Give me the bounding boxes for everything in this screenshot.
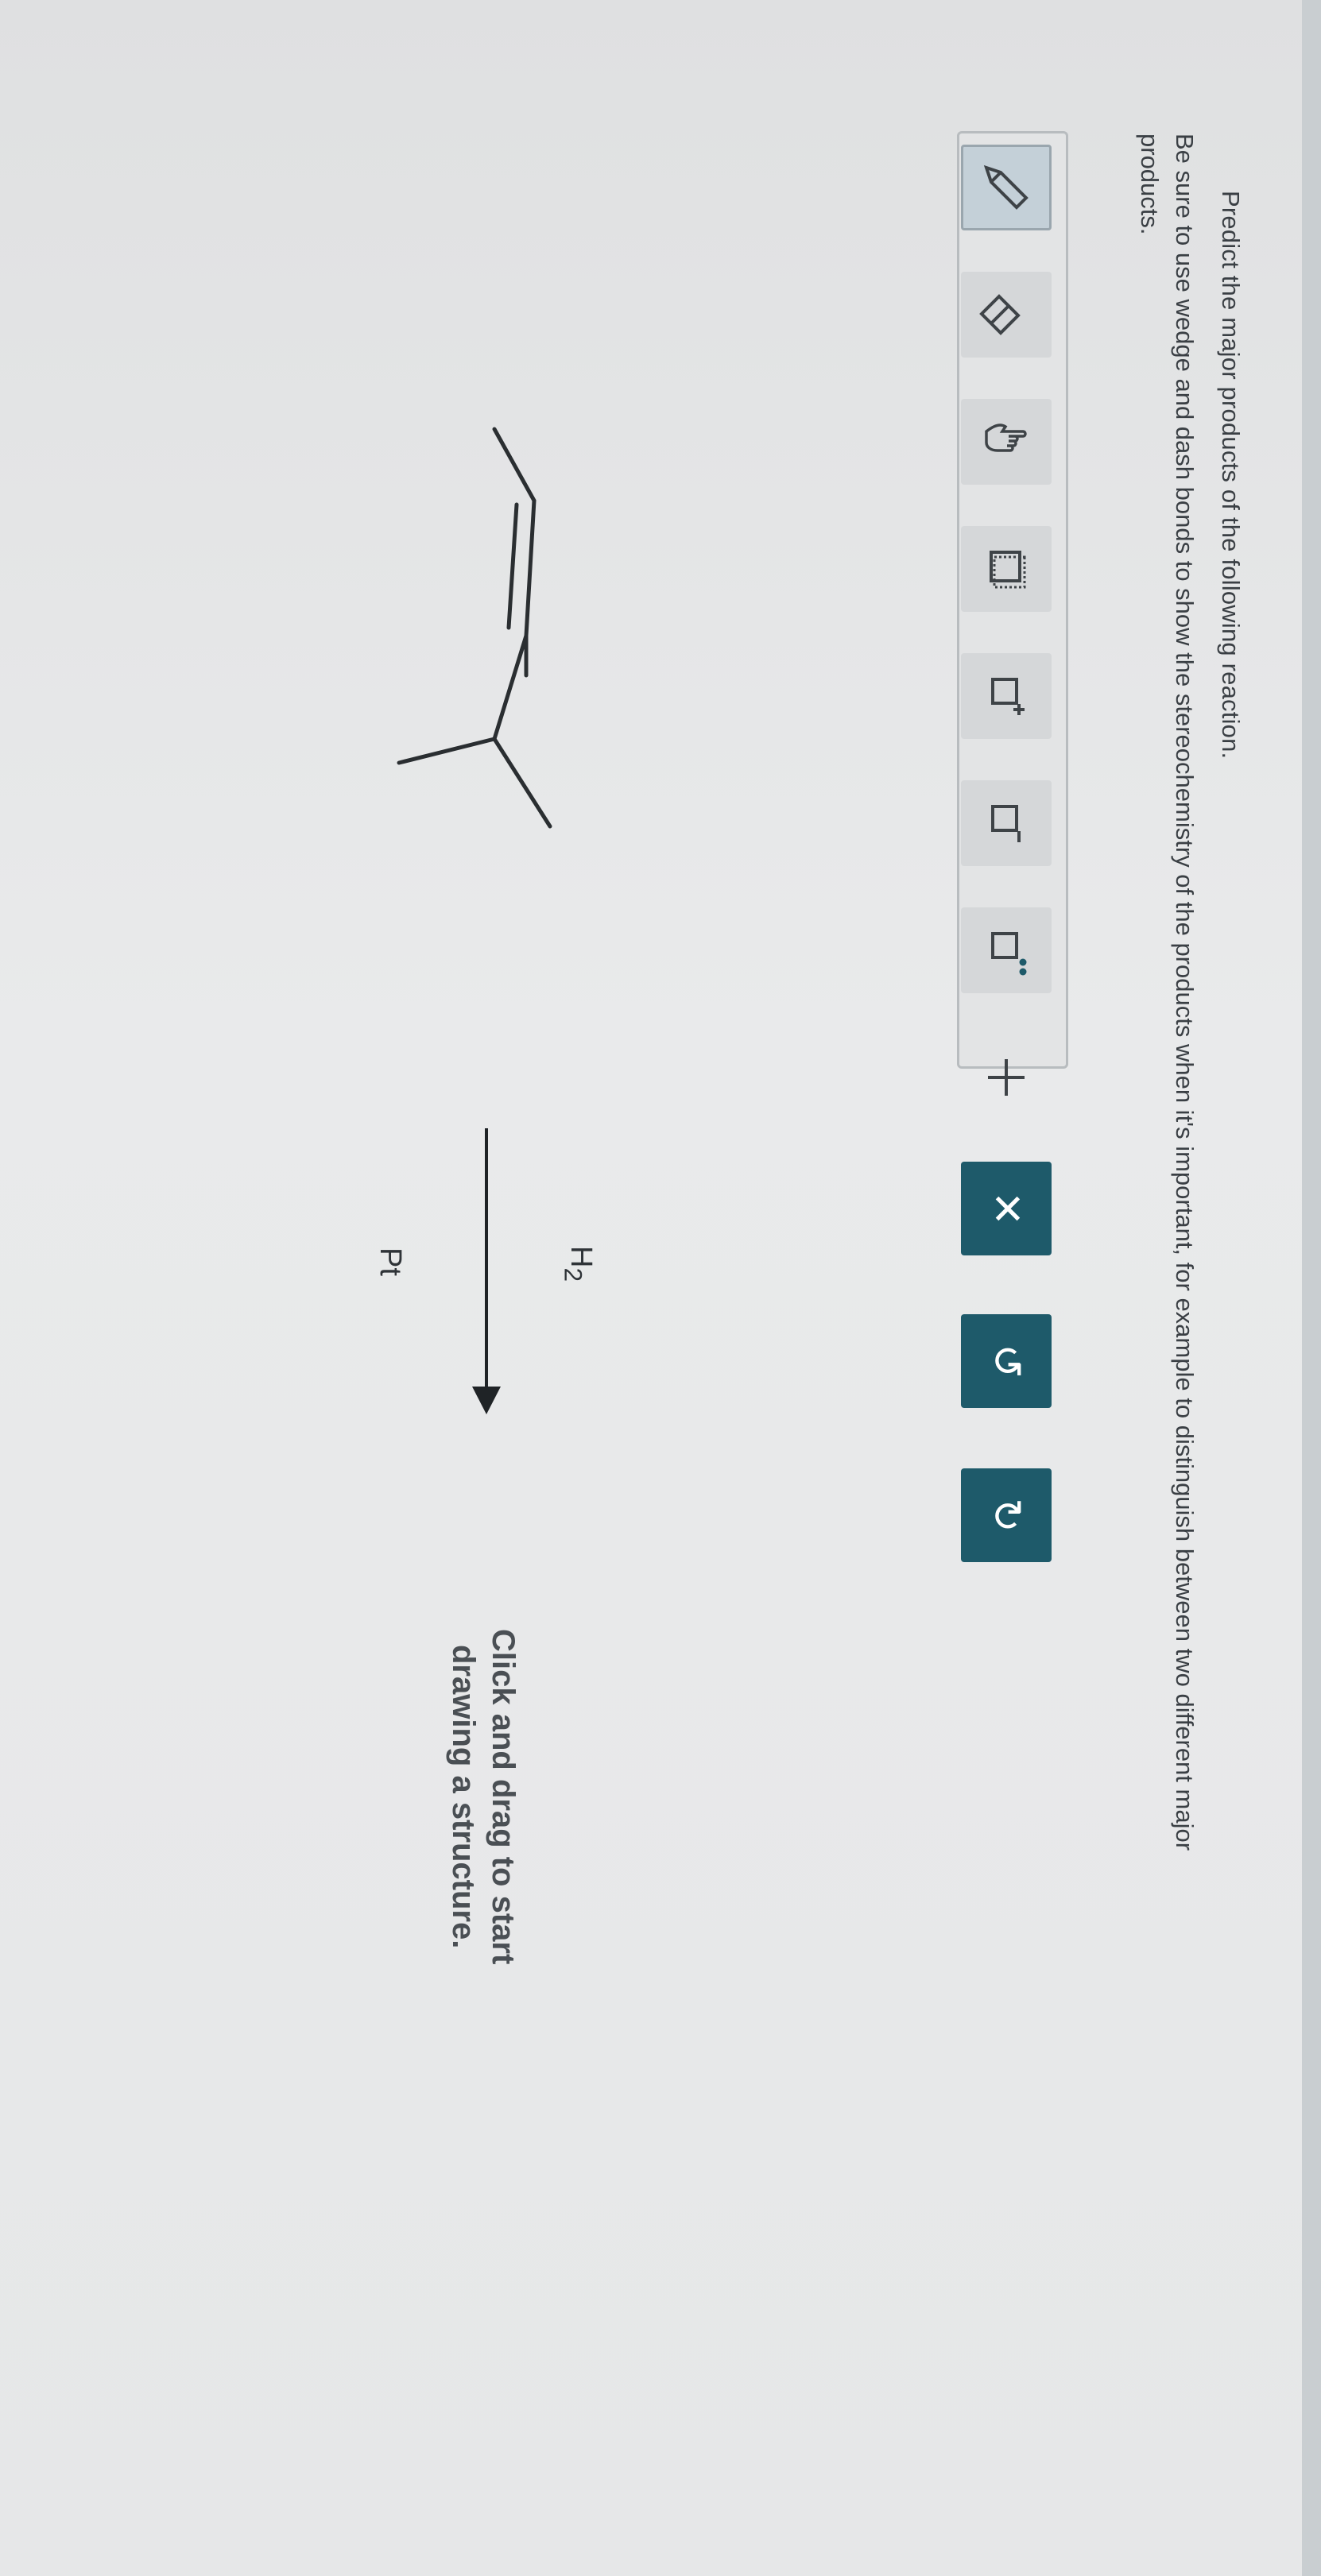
drawing-hint-line-2: drawing a structure. [446,1645,481,1949]
reagent-top: H2 [558,1246,598,1282]
skeletal-bonds [492,427,537,741]
arrow-head [472,1387,501,1414]
double-bond-inner [506,502,519,630]
reagent-bottom: Pt [374,1247,407,1276]
drawing-hint: Click and drag to start drawing a struct… [444,1629,523,1964]
reactant-molecule [397,427,552,829]
reaction-canvas[interactable] [0,0,1321,2576]
drawing-hint-line-1: Click and drag to start [486,1629,521,1965]
reagent-h-subscript: 2 [559,1267,588,1282]
rotated-page: Predict the major products of the follow… [0,0,1321,2576]
isopropyl-bond-1 [492,737,552,829]
isopropyl-bond-2 [397,737,497,765]
reagent-h: H [564,1246,598,1268]
reaction-arrow [472,1128,501,1414]
